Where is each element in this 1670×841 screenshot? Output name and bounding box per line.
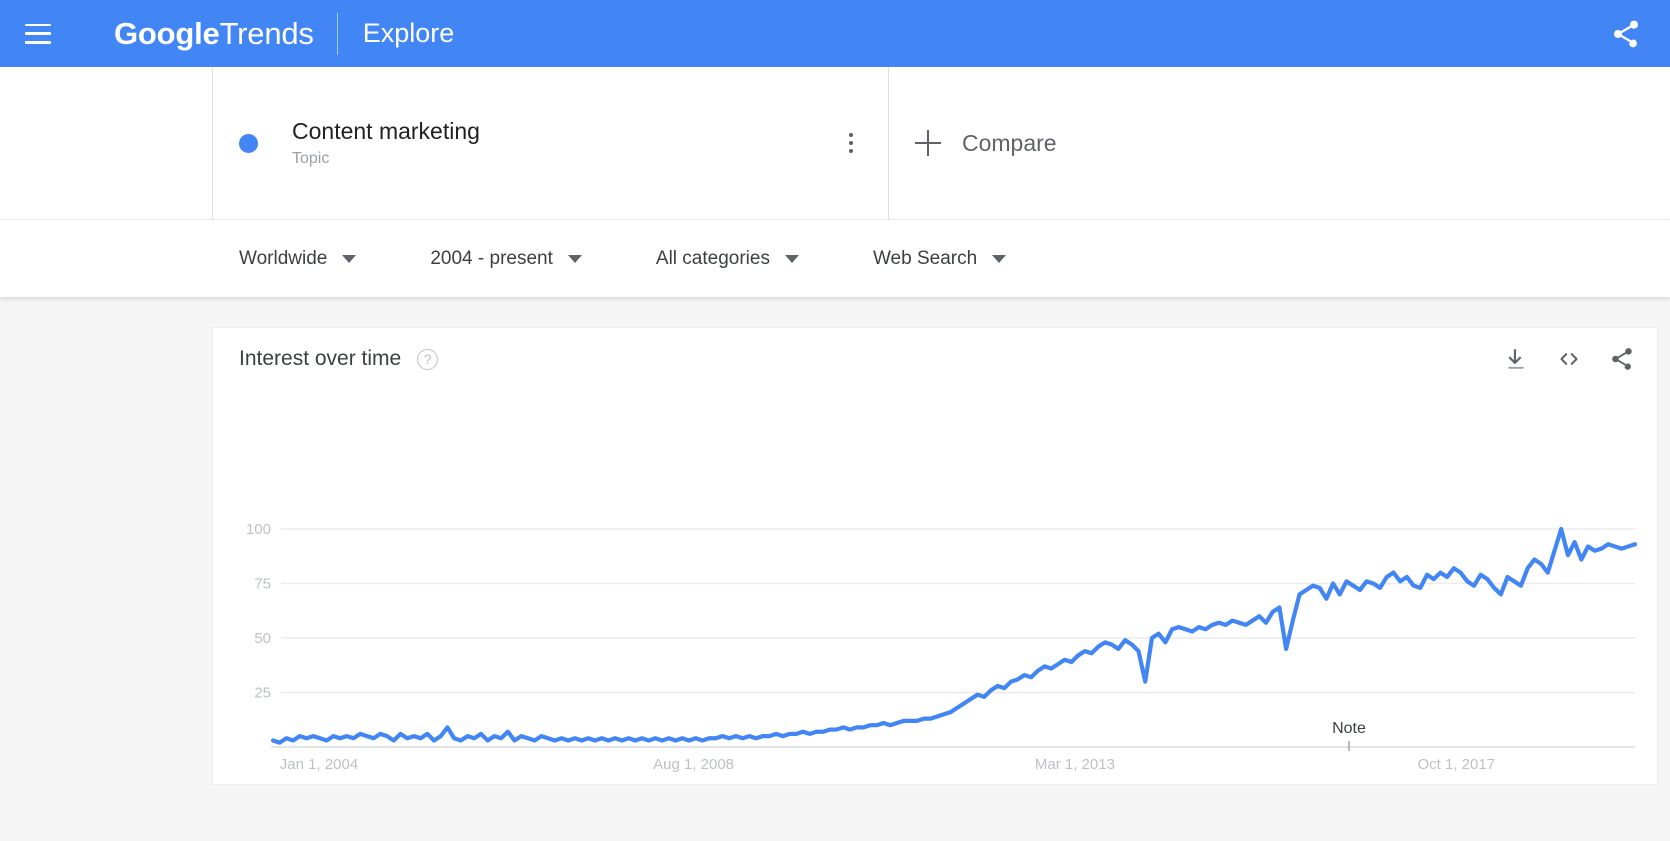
- brand-google: Google: [114, 15, 220, 51]
- hamburger-bar: [25, 23, 51, 26]
- chart-series-line: [270, 526, 1638, 745]
- plus-icon: [915, 130, 941, 156]
- chevron-down-icon: [342, 254, 357, 263]
- hamburger-bar: [25, 32, 51, 35]
- y-axis-tick-label: 25: [254, 685, 271, 702]
- category-filter-label: All categories: [655, 247, 770, 269]
- search-term-text: Content marketing Topic: [292, 118, 480, 168]
- search-term-card[interactable]: Content marketing Topic: [212, 67, 889, 219]
- x-axis-tick-label: Oct 1, 2017: [1417, 756, 1495, 773]
- chart-gridlines: [271, 528, 1635, 748]
- annotation-label[interactable]: Note: [1332, 720, 1366, 737]
- card-title: Interest over time: [239, 347, 402, 370]
- dot: [849, 141, 853, 145]
- chevron-down-icon: [784, 254, 799, 263]
- embed-glyph: [1560, 353, 1578, 365]
- region-filter[interactable]: Worldwide: [239, 247, 357, 270]
- search-term-type: Topic: [292, 150, 330, 168]
- more-vertical-icon[interactable]: [839, 131, 863, 155]
- add-compare-button[interactable]: Compare: [889, 67, 1670, 219]
- card-header: Interest over time ?: [213, 328, 1657, 390]
- brand-trends: Trends: [219, 15, 314, 51]
- x-axis-tick-label: Jan 1, 2004: [280, 756, 358, 773]
- nav-explore[interactable]: Explore: [363, 18, 455, 49]
- share-glyph: [1612, 348, 1632, 370]
- dot: [849, 133, 853, 137]
- series-color-dot: [239, 133, 258, 153]
- chevron-down-icon: [992, 254, 1007, 263]
- page-body: Interest over time ? 25 50 75 100 Jan 1,…: [0, 297, 1670, 841]
- category-filter[interactable]: All categories: [656, 248, 799, 270]
- embed-code-icon[interactable]: [1556, 346, 1582, 372]
- chart-y-axis-labels: 25 50 75 100: [246, 521, 271, 702]
- help-circle-icon[interactable]: ?: [417, 348, 439, 370]
- search-term-title: Content marketing: [292, 117, 480, 144]
- y-axis-tick-label: 75: [254, 576, 271, 593]
- app-header: GoogleTrends Explore: [0, 0, 1670, 67]
- x-axis-tick-label: Mar 1, 2013: [1035, 756, 1115, 773]
- search-type-filter-label: Web Search: [872, 247, 978, 269]
- hamburger-icon[interactable]: [25, 23, 51, 44]
- share-glyph: [1614, 20, 1638, 48]
- card-actions: [1503, 346, 1635, 372]
- share-icon[interactable]: [1609, 346, 1635, 372]
- x-axis-tick-label: Aug 1, 2008: [653, 756, 734, 773]
- filter-bar: Worldwide 2004 - present All categories …: [0, 219, 1670, 297]
- hamburger-bar: [25, 41, 51, 44]
- brand-logo[interactable]: GoogleTrends: [114, 16, 314, 52]
- query-left-spacer: [0, 67, 212, 219]
- region-filter-label: Worldwide: [239, 247, 328, 269]
- download-glyph: [1508, 349, 1524, 369]
- chevron-down-icon: [567, 254, 582, 263]
- download-icon[interactable]: [1503, 346, 1529, 372]
- share-icon[interactable]: [1610, 18, 1642, 50]
- time-filter-label: 2004 - present: [430, 247, 553, 269]
- time-filter[interactable]: 2004 - present: [430, 248, 582, 270]
- compare-label: Compare: [962, 129, 1057, 156]
- search-type-filter[interactable]: Web Search: [872, 247, 1007, 270]
- y-axis-tick-label: 50: [254, 630, 271, 647]
- chart-svg: 25 50 75 100 Jan 1, 2004 Aug 1, 2008 Mar 1, 2…: [246, 521, 1638, 773]
- header-divider: [336, 12, 338, 55]
- query-row: Content marketing Topic Compare: [0, 67, 1670, 219]
- y-axis-tick-label: 100: [246, 521, 271, 538]
- dot: [849, 149, 853, 153]
- chart-x-axis-labels: Jan 1, 2004 Aug 1, 2008 Mar 1, 2013 Oct 1, …: [280, 756, 1495, 773]
- interest-over-time-chart[interactable]: 25 50 75 100 Jan 1, 2004 Aug 1, 2008 Mar 1, 2…: [213, 390, 1657, 786]
- interest-over-time-card: Interest over time ? 25 50 75 100 Jan 1,…: [212, 327, 1658, 785]
